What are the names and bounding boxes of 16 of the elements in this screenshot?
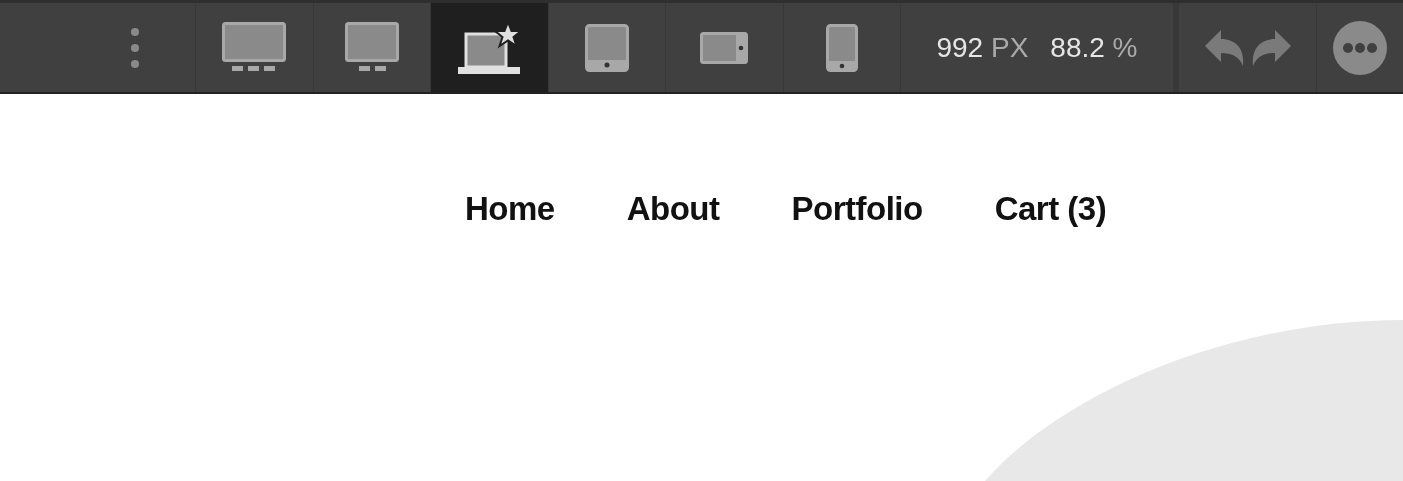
phone-icon [825, 23, 858, 72]
more-vertical-icon[interactable] [129, 26, 140, 69]
nav-link[interactable]: About [626, 184, 720, 234]
nav-link[interactable]: Home [465, 184, 555, 234]
tablet-icon [584, 23, 629, 72]
width-readout: 992 PX [936, 30, 1029, 65]
nav-link[interactable]: Portfolio [791, 184, 923, 234]
monitor-icon [344, 21, 399, 74]
zoom-readout: 88.2 % [1050, 30, 1138, 65]
nav-link[interactable]: Cart (3) [994, 184, 1107, 234]
more-icon[interactable] [1333, 20, 1387, 75]
monitor-icon [222, 21, 287, 74]
tablet-icon [700, 31, 749, 64]
redo-icon[interactable] [1250, 29, 1291, 66]
undo-icon[interactable] [1204, 29, 1245, 66]
device-button[interactable] [431, 3, 549, 92]
